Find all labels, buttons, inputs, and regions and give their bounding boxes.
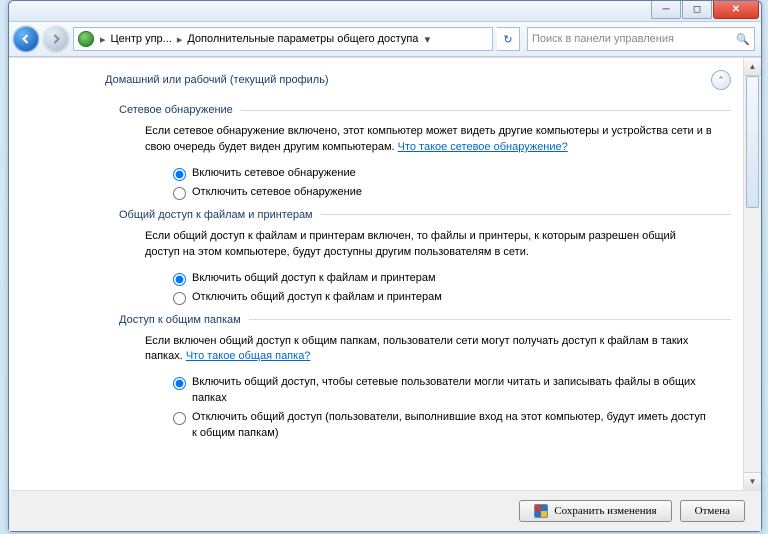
back-button[interactable] <box>13 26 39 52</box>
titlebar: ─ ◻ ✕ <box>9 1 761 22</box>
fileshare-option-off[interactable]: Отключить общий доступ к файлам и принте… <box>173 290 713 306</box>
section-title-discovery: Сетевое обнаружение <box>119 104 233 116</box>
search-input[interactable]: Поиск в панели управления 🔍 <box>527 27 755 51</box>
chevron-right-icon: ▸ <box>174 33 186 46</box>
search-placeholder: Поиск в панели управления <box>532 33 674 45</box>
breadcrumb-dropdown[interactable]: ▾ <box>420 28 434 50</box>
fileshare-option-on[interactable]: Включить общий доступ к файлам и принтер… <box>173 271 713 287</box>
section-title-public: Доступ к общим папкам <box>119 314 241 326</box>
scroll-up-icon[interactable]: ▲ <box>744 58 761 76</box>
public-option-off[interactable]: Отключить общий доступ (пользователи, вы… <box>173 410 713 442</box>
chevron-right-icon: ▸ <box>97 33 109 46</box>
discovery-help-link[interactable]: Что такое сетевое обнаружение? <box>398 141 568 153</box>
collapse-icon[interactable]: ⌃ <box>711 70 731 90</box>
minimize-button[interactable]: ─ <box>651 1 681 19</box>
public-option-on[interactable]: Включить общий доступ, чтобы сетевые пол… <box>173 375 713 407</box>
forward-button[interactable] <box>43 26 69 52</box>
cancel-button[interactable]: Отмена <box>680 500 745 522</box>
navigation-bar: ▸ Центр упр... ▸ Дополнительные параметр… <box>9 22 761 57</box>
footer: Сохранить изменения Отмена <box>9 490 761 531</box>
discovery-option-off[interactable]: Отключить сетевое обнаружение <box>173 185 713 201</box>
search-icon: 🔍 <box>736 33 750 46</box>
public-help-link[interactable]: Что такое общая папка? <box>186 350 311 362</box>
scroll-thumb[interactable] <box>746 76 759 208</box>
scrollbar[interactable]: ▲ ▼ <box>743 58 761 490</box>
breadcrumb[interactable]: ▸ Центр упр... ▸ Дополнительные параметр… <box>73 27 493 51</box>
shield-icon <box>534 504 548 518</box>
refresh-button[interactable]: ↻ <box>497 27 520 51</box>
breadcrumb-current[interactable]: Дополнительные параметры общего доступа <box>185 33 420 45</box>
close-button[interactable]: ✕ <box>713 1 759 19</box>
scroll-down-icon[interactable]: ▼ <box>744 472 761 490</box>
content-area: Домашний или рабочий (текущий профиль) ⌃… <box>9 58 743 490</box>
control-panel-icon <box>78 31 94 47</box>
profile-header[interactable]: Домашний или рабочий (текущий профиль) ⌃ <box>105 66 731 96</box>
maximize-button[interactable]: ◻ <box>682 1 712 19</box>
discovery-option-on[interactable]: Включить сетевое обнаружение <box>173 166 713 182</box>
section-title-fileshare: Общий доступ к файлам и принтерам <box>119 209 313 221</box>
window: ─ ◻ ✕ ▸ Центр упр... ▸ Дополнительные па… <box>8 0 762 532</box>
profile-title: Домашний или рабочий (текущий профиль) <box>105 74 329 86</box>
save-button[interactable]: Сохранить изменения <box>519 500 671 522</box>
breadcrumb-root[interactable]: Центр упр... <box>109 33 174 45</box>
fileshare-text: Если общий доступ к файлам и принтерам в… <box>145 230 676 258</box>
